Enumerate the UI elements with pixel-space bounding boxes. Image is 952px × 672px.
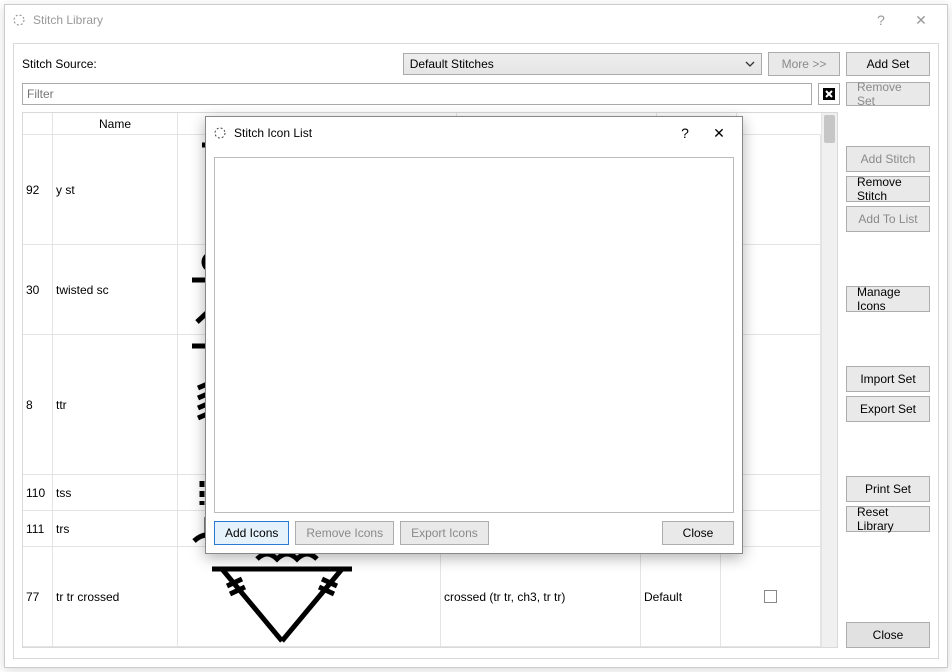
dialog-body: Add Icons Remove Icons Export Icons Clos… bbox=[206, 149, 742, 553]
app-icon bbox=[11, 12, 27, 28]
clear-icon bbox=[822, 87, 836, 101]
help-button[interactable]: ? bbox=[861, 6, 901, 34]
row-checkbox[interactable] bbox=[764, 590, 777, 603]
sidebar: Add Stitch Remove Stitch Add To List Man… bbox=[846, 112, 930, 648]
row-name: trs bbox=[53, 511, 178, 546]
row-set: Default bbox=[641, 547, 721, 646]
more-button[interactable]: More >> bbox=[768, 52, 840, 76]
row-name: ttr bbox=[53, 335, 178, 474]
row-number: 110 bbox=[23, 475, 53, 510]
row-number: 77 bbox=[23, 547, 53, 646]
col-number-header[interactable] bbox=[23, 113, 53, 134]
row-number: 111 bbox=[23, 511, 53, 546]
table-row[interactable]: 77 tr tr crossed bbox=[23, 547, 821, 647]
import-set-button[interactable]: Import Set bbox=[846, 366, 930, 392]
vertical-scrollbar[interactable] bbox=[821, 113, 837, 647]
dialog-close-button[interactable]: ✕ bbox=[702, 119, 736, 147]
dialog-title: Stitch Icon List bbox=[234, 126, 312, 140]
row-check bbox=[721, 547, 821, 646]
add-icons-button[interactable]: Add Icons bbox=[214, 521, 289, 545]
export-set-button[interactable]: Export Set bbox=[846, 396, 930, 422]
dialog-close-action[interactable]: Close bbox=[662, 521, 734, 545]
scroll-thumb[interactable] bbox=[824, 115, 835, 143]
top-row: Stitch Source: Default Stitches More >> … bbox=[22, 52, 930, 76]
source-label: Stitch Source: bbox=[22, 57, 97, 71]
reset-library-button[interactable]: Reset Library bbox=[846, 506, 930, 532]
source-combo[interactable]: Default Stitches bbox=[403, 53, 762, 75]
print-set-button[interactable]: Print Set bbox=[846, 476, 930, 502]
dialog-footer: Add Icons Remove Icons Export Icons Clos… bbox=[214, 521, 734, 545]
dialog-titlebar: Stitch Icon List ? ✕ bbox=[206, 117, 742, 149]
row-number: 8 bbox=[23, 335, 53, 474]
stitch-icon bbox=[178, 547, 441, 646]
row-name: tss bbox=[53, 475, 178, 510]
window-title: Stitch Library bbox=[33, 13, 103, 27]
row-name: tr tr crossed bbox=[53, 547, 178, 646]
main-window: Stitch Library ? ✕ Stitch Source: Defaul… bbox=[4, 4, 948, 668]
add-to-list-button[interactable]: Add To List bbox=[846, 206, 930, 232]
add-set-button[interactable]: Add Set bbox=[846, 52, 930, 76]
add-stitch-button[interactable]: Add Stitch bbox=[846, 146, 930, 172]
row-number: 30 bbox=[23, 245, 53, 334]
app-icon bbox=[212, 125, 228, 141]
row-name: twisted sc bbox=[53, 245, 178, 334]
col-name-header[interactable]: Name bbox=[53, 113, 178, 134]
row-desc: crossed (tr tr, ch3, tr tr) bbox=[441, 547, 641, 646]
main-titlebar: Stitch Library ? ✕ bbox=[5, 5, 947, 35]
icon-list-dialog: Stitch Icon List ? ✕ Add Icons Remove Ic… bbox=[205, 116, 743, 554]
filter-row: Remove Set bbox=[22, 82, 930, 106]
combo-value: Default Stitches bbox=[410, 57, 494, 71]
manage-icons-button[interactable]: Manage Icons bbox=[846, 286, 930, 312]
close-window-button[interactable]: ✕ bbox=[901, 6, 941, 34]
chevron-down-icon bbox=[745, 61, 755, 67]
row-name: y st bbox=[53, 135, 178, 244]
close-button[interactable]: Close bbox=[846, 622, 930, 648]
icon-list[interactable] bbox=[214, 157, 734, 513]
filter-input[interactable] bbox=[22, 83, 812, 105]
clear-filter-button[interactable] bbox=[818, 83, 840, 105]
dialog-help-button[interactable]: ? bbox=[668, 119, 702, 147]
export-icons-button[interactable]: Export Icons bbox=[400, 521, 489, 545]
remove-icons-button[interactable]: Remove Icons bbox=[295, 521, 394, 545]
remove-set-button[interactable]: Remove Set bbox=[846, 82, 930, 106]
row-number: 92 bbox=[23, 135, 53, 244]
remove-stitch-button[interactable]: Remove Stitch bbox=[846, 176, 930, 202]
